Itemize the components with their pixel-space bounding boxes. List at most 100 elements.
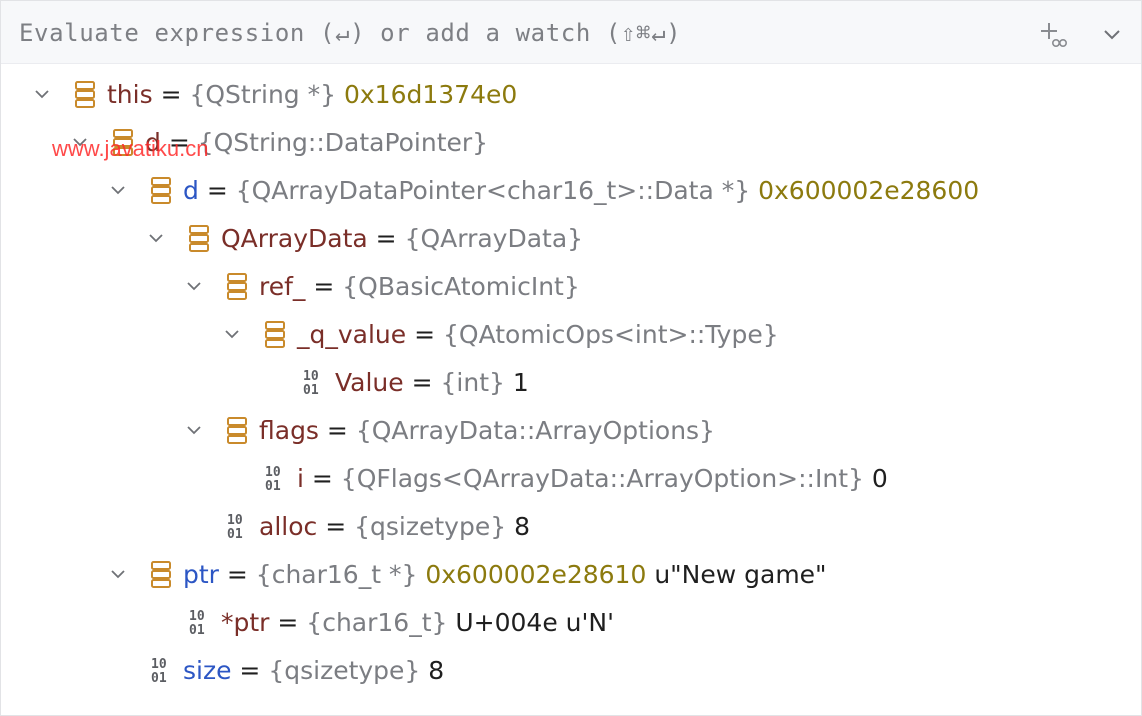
- variable-line: size = {qsizetype} 8: [183, 655, 444, 687]
- variable-value: 8: [428, 656, 445, 685]
- struct-type-icon: [149, 560, 173, 590]
- tree-row[interactable]: flags = {QArrayData::ArrayOptions}: [1, 407, 1141, 455]
- variable-value: 0x16d1374e0: [343, 80, 518, 109]
- expand-toggle[interactable]: [185, 421, 203, 439]
- variable-type: {int}: [440, 368, 505, 397]
- expand-toggle[interactable]: [185, 277, 203, 295]
- struct-icon: [227, 273, 247, 300]
- equals-sign: =: [403, 368, 441, 397]
- chevron-down-icon: [187, 426, 201, 435]
- struct-type-icon: [225, 272, 249, 302]
- variable-type: {QString::DataPointer}: [197, 128, 489, 157]
- chevron-down-icon: [111, 570, 125, 579]
- tree-row[interactable]: 10 01 size = {qsizetype} 8: [1, 647, 1141, 695]
- primitive-type-icon: 10 01: [263, 464, 287, 494]
- equals-sign: =: [406, 320, 443, 349]
- add-watch-icon: [1041, 23, 1067, 47]
- svg-text:10: 10: [189, 609, 205, 624]
- tree-row[interactable]: QArrayData = {QArrayData}: [1, 215, 1141, 263]
- struct-icon: [227, 417, 247, 444]
- tree-row[interactable]: 10 01 Value = {int} 1: [1, 359, 1141, 407]
- chevron-down-icon: [149, 234, 163, 243]
- variable-line: QArrayData = {QArrayData}: [221, 223, 583, 255]
- tree-row[interactable]: 10 01 alloc = {qsizetype} 8: [1, 503, 1141, 551]
- svg-text:10: 10: [303, 369, 319, 384]
- options-dropdown-button[interactable]: [1099, 21, 1125, 47]
- variable-type: {QString *}: [189, 80, 337, 109]
- tree-row[interactable]: 10 01 *ptr = {char16_t} U+004e u'N': [1, 599, 1141, 647]
- expand-toggle[interactable]: [223, 325, 241, 343]
- variable-type: {QArrayDataPointer<char16_t>::Data *}: [235, 176, 751, 205]
- variable-line: flags = {QArrayData::ArrayOptions}: [259, 415, 715, 447]
- primitive-icon: 1001: [265, 465, 281, 494]
- evaluate-expression-input[interactable]: [19, 15, 999, 51]
- expand-toggle[interactable]: [33, 85, 51, 103]
- struct-icon: [265, 321, 285, 348]
- chevron-down-icon: [1104, 30, 1120, 40]
- variable-type: {char16_t}: [306, 608, 448, 637]
- variable-line: ref_ = {QBasicAtomicInt}: [259, 271, 580, 303]
- struct-icon: [151, 561, 171, 588]
- svg-text:01: 01: [265, 479, 281, 494]
- variable-type: {qsizetype}: [268, 656, 421, 685]
- variable-name: Value: [335, 368, 404, 397]
- svg-text:10: 10: [151, 657, 167, 672]
- variable-line: Value = {int} 1: [335, 367, 529, 399]
- primitive-icon: 1001: [227, 513, 243, 542]
- variable-line: d = {QArrayDataPointer<char16_t>::Data *…: [183, 175, 979, 207]
- variable-name: ref_: [259, 272, 306, 301]
- watermark: www.javatiku.cn: [52, 136, 209, 161]
- variable-name: *ptr: [221, 608, 270, 637]
- variable-type: {char16_t *}: [255, 560, 418, 589]
- variable-type: {QAtomicOps<int>::Type}: [443, 320, 779, 349]
- tree-row[interactable]: ptr = {char16_t *} 0x600002e28610 u"New …: [1, 551, 1141, 599]
- expand-toggle[interactable]: [147, 229, 165, 247]
- variable-value: 0x600002e28610: [425, 560, 647, 589]
- primitive-type-icon: 10 01: [301, 368, 325, 398]
- equals-sign: =: [198, 176, 236, 205]
- struct-icon: [189, 225, 209, 252]
- svg-text:10: 10: [265, 465, 281, 480]
- chevron-down-icon: [225, 330, 239, 339]
- variable-name: ptr: [183, 560, 219, 589]
- variable-line: *ptr = {char16_t} U+004e u'N': [221, 607, 614, 639]
- struct-icon: [75, 81, 95, 108]
- primitive-type-icon: 10 01: [225, 512, 249, 542]
- expand-toggle[interactable]: [109, 565, 127, 583]
- struct-type-icon: [263, 320, 287, 350]
- evaluate-bar: [1, 1, 1141, 64]
- add-watch-button[interactable]: [1037, 19, 1069, 51]
- chevron-down-icon: [111, 186, 125, 195]
- tree-row[interactable]: ref_ = {QBasicAtomicInt}: [1, 263, 1141, 311]
- tree-row[interactable]: _q_value = {QAtomicOps<int>::Type}: [1, 311, 1141, 359]
- variable-value: 1: [512, 368, 529, 397]
- variable-name: alloc: [259, 512, 318, 541]
- primitive-type-icon: 10 01: [187, 608, 211, 638]
- tree-row[interactable]: 10 01 i = {QFlags<QArrayData::ArrayOption>…: [1, 455, 1141, 503]
- svg-text:01: 01: [303, 383, 319, 398]
- variable-line: alloc = {qsizetype} 8: [259, 511, 530, 543]
- equals-sign: =: [303, 464, 341, 493]
- variable-line: i = {QFlags<QArrayData::ArrayOption>::In…: [297, 463, 888, 495]
- chevron-down-icon: [35, 90, 49, 99]
- tree-row[interactable]: this = {QString *} 0x16d1374e0: [1, 71, 1141, 119]
- equals-sign: =: [218, 560, 256, 589]
- struct-type-icon: [149, 176, 173, 206]
- expand-toggle[interactable]: [109, 181, 127, 199]
- variable-name: QArrayData: [221, 224, 368, 253]
- variable-type: {QBasicAtomicInt}: [342, 272, 580, 301]
- variable-type: {QArrayData}: [404, 224, 584, 253]
- variable-value: 8: [514, 512, 530, 541]
- variable-line: _q_value = {QAtomicOps<int>::Type}: [297, 319, 779, 351]
- equals-sign: =: [367, 224, 405, 253]
- variable-type: {QArrayData::ArrayOptions}: [355, 416, 715, 445]
- variable-type: {qsizetype}: [354, 512, 507, 541]
- equals-sign: =: [269, 608, 307, 637]
- tree-row[interactable]: d = {QArrayDataPointer<char16_t>::Data *…: [1, 167, 1141, 215]
- variable-value: 0x600002e28600: [758, 176, 980, 205]
- equals-sign: =: [152, 80, 190, 109]
- equals-sign: =: [317, 512, 355, 541]
- variable-line: this = {QString *} 0x16d1374e0: [107, 79, 517, 111]
- variable-value: U+004e u'N': [455, 608, 614, 637]
- variable-name: this: [107, 80, 153, 109]
